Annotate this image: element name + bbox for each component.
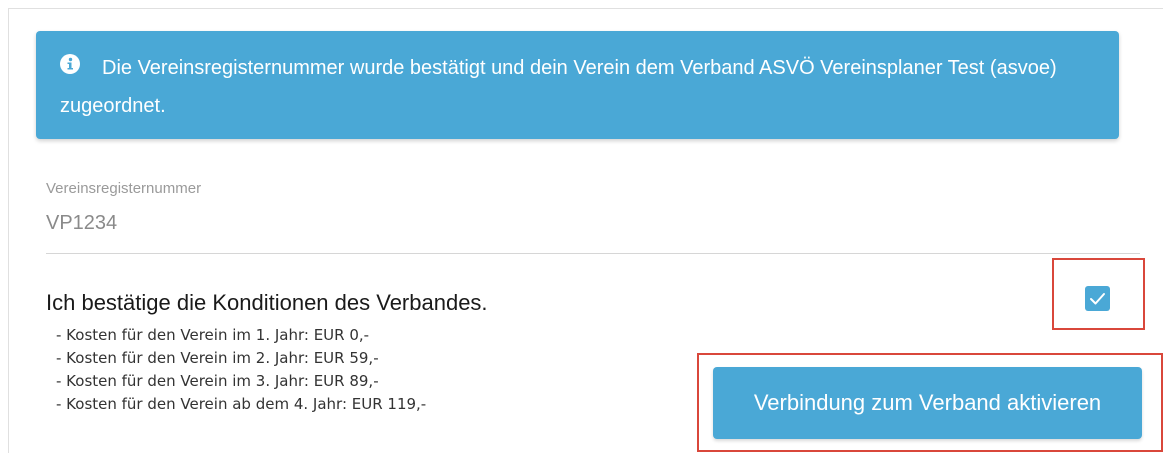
conditions-title: Ich bestätige die Konditionen des Verban… (46, 290, 488, 315)
list-item: - Kosten für den Verein im 1. Jahr: EUR … (56, 326, 370, 344)
list-item: - Kosten für den Verein im 2. Jahr: EUR … (56, 349, 379, 367)
registration-number-label: Vereinsregisternummer (46, 180, 202, 197)
list-item: - Kosten für den Verein im 3. Jahr: EUR … (56, 372, 379, 390)
registration-number-field[interactable]: VP1234 (46, 212, 117, 235)
field-underline (46, 253, 1140, 254)
checkmark-icon (1090, 293, 1105, 305)
list-item: - Kosten für den Verein ab dem 4. Jahr: … (56, 395, 427, 413)
info-icon (60, 54, 80, 74)
conditions-checkbox[interactable] (1085, 286, 1110, 311)
info-alert: Die Vereinsregisternummer wurde bestätig… (36, 31, 1119, 139)
activate-connection-button[interactable]: Verbindung zum Verband aktivieren (713, 367, 1142, 439)
alert-message: Die Vereinsregisternummer wurde bestätig… (60, 57, 1057, 117)
cost-list: - Kosten für den Verein im 1. Jahr: EUR … (56, 324, 426, 416)
